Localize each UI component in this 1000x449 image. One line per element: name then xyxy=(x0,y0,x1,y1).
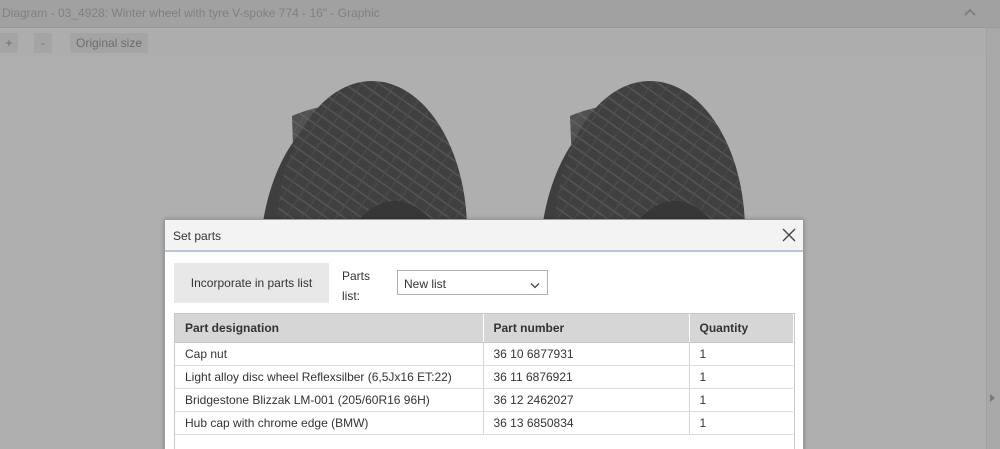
chevron-down-icon xyxy=(530,279,540,289)
cell-part-number: 36 11 6876921 xyxy=(483,365,690,389)
dialog-title: Set parts xyxy=(173,229,222,243)
table-row[interactable]: Bridgestone Blizzak LM-001 (205/60R16 96… xyxy=(175,388,793,412)
cell-part-number: 36 13 6850834 xyxy=(483,411,690,435)
cell-part-designation: Light alloy disc wheel Reflexsilber (6,5… xyxy=(175,365,484,389)
set-parts-dialog: Set parts Incorporate in parts list Part… xyxy=(164,219,804,449)
table-row[interactable]: Light alloy disc wheel Reflexsilber (6,5… xyxy=(175,365,793,389)
column-header-part-designation[interactable]: Part designation xyxy=(175,314,484,343)
table-row[interactable]: Cap nut 36 10 6877931 1 xyxy=(175,342,793,366)
cell-quantity: 1 xyxy=(689,342,793,366)
cell-part-number: 36 10 6877931 xyxy=(483,342,690,366)
incorporate-in-parts-list-button[interactable]: Incorporate in parts list xyxy=(174,263,329,303)
cell-part-designation: Cap nut xyxy=(175,342,484,366)
cell-part-designation: Hub cap with chrome edge (BMW) xyxy=(175,411,484,435)
cell-part-designation: Bridgestone Blizzak LM-001 (205/60R16 96… xyxy=(175,388,484,412)
cell-quantity: 1 xyxy=(689,365,793,389)
table-header-row: Part designation Part number Quantity xyxy=(175,314,793,343)
parts-list-label: Parts list: xyxy=(342,269,371,303)
cell-quantity: 1 xyxy=(689,388,793,412)
column-header-quantity[interactable]: Quantity xyxy=(689,314,793,343)
cell-quantity: 1 xyxy=(689,411,793,435)
close-icon[interactable] xyxy=(781,227,797,243)
parts-table: Part designation Part number Quantity Ca… xyxy=(174,313,795,449)
column-header-part-number[interactable]: Part number xyxy=(483,314,690,343)
dialog-header: Set parts xyxy=(165,220,803,252)
parts-list-value: New list xyxy=(404,277,447,291)
parts-list-select[interactable]: New list xyxy=(397,270,548,295)
cell-part-number: 36 12 2462027 xyxy=(483,388,690,412)
table-row[interactable]: Hub cap with chrome edge (BMW) 36 13 685… xyxy=(175,411,793,435)
